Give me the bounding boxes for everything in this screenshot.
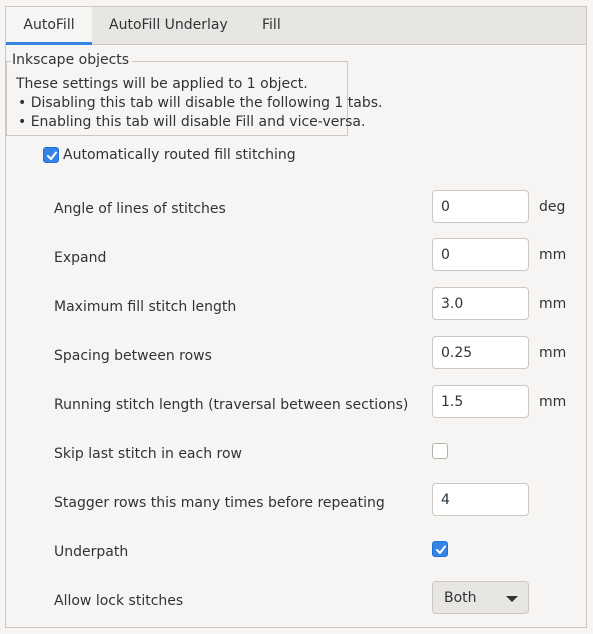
tab-autofill-label: AutoFill <box>23 17 75 33</box>
tab-autofill-underlay[interactable]: AutoFill Underlay <box>101 7 236 44</box>
row-spacing-unit: mm <box>539 345 567 361</box>
stagger-input[interactable] <box>432 483 529 516</box>
tab-autofill-underlay-label: AutoFill Underlay <box>109 17 228 33</box>
frame-line-applied: These settings will be applied to 1 obje… <box>16 76 308 92</box>
tab-autofill[interactable]: AutoFill <box>6 7 92 45</box>
underpath-checkbox[interactable] <box>432 541 448 557</box>
tab-bar: AutoFill AutoFill Underlay Fill <box>6 7 586 45</box>
skip-last-checkbox[interactable] <box>432 443 448 459</box>
running-stitch-input[interactable] <box>432 385 529 418</box>
tab-fill-label: Fill <box>262 17 281 33</box>
lock-stitches-selected: Both <box>444 590 477 606</box>
max-stitch-input[interactable] <box>432 287 529 320</box>
checkmark-icon <box>47 151 57 160</box>
frame-title: Inkscape objects <box>11 51 133 69</box>
auto-routed-checkbox[interactable] <box>43 147 59 163</box>
angle-unit: deg <box>539 199 566 215</box>
skip-last-label: Skip last stitch in each row <box>54 446 242 462</box>
row-spacing-input[interactable] <box>432 336 529 369</box>
expand-unit: mm <box>539 247 567 263</box>
expand-label: Expand <box>54 250 107 266</box>
checkmark-icon <box>436 545 446 554</box>
running-stitch-unit: mm <box>539 394 567 410</box>
angle-input[interactable] <box>432 190 529 223</box>
lock-stitches-label: Allow lock stitches <box>54 593 184 609</box>
triangle-down-icon <box>506 596 518 602</box>
angle-label: Angle of lines of stitches <box>54 201 226 217</box>
underpath-label: Underpath <box>54 544 129 560</box>
tab-fill[interactable]: Fill <box>254 7 289 44</box>
stagger-label: Stagger rows this many times before repe… <box>54 495 385 511</box>
expand-input[interactable] <box>432 238 529 271</box>
frame-line-enabling: • Enabling this tab will disable Fill an… <box>18 114 366 130</box>
frame-line-disabling: • Disabling this tab will disable the fo… <box>18 95 383 111</box>
auto-routed-label: Automatically routed fill stitching <box>63 147 296 163</box>
running-stitch-label: Running stitch length (traversal between… <box>54 397 409 413</box>
max-stitch-unit: mm <box>539 296 567 312</box>
lock-stitches-dropdown[interactable]: Both <box>432 581 529 614</box>
row-spacing-label: Spacing between rows <box>54 348 212 364</box>
max-stitch-label: Maximum fill stitch length <box>54 299 237 315</box>
